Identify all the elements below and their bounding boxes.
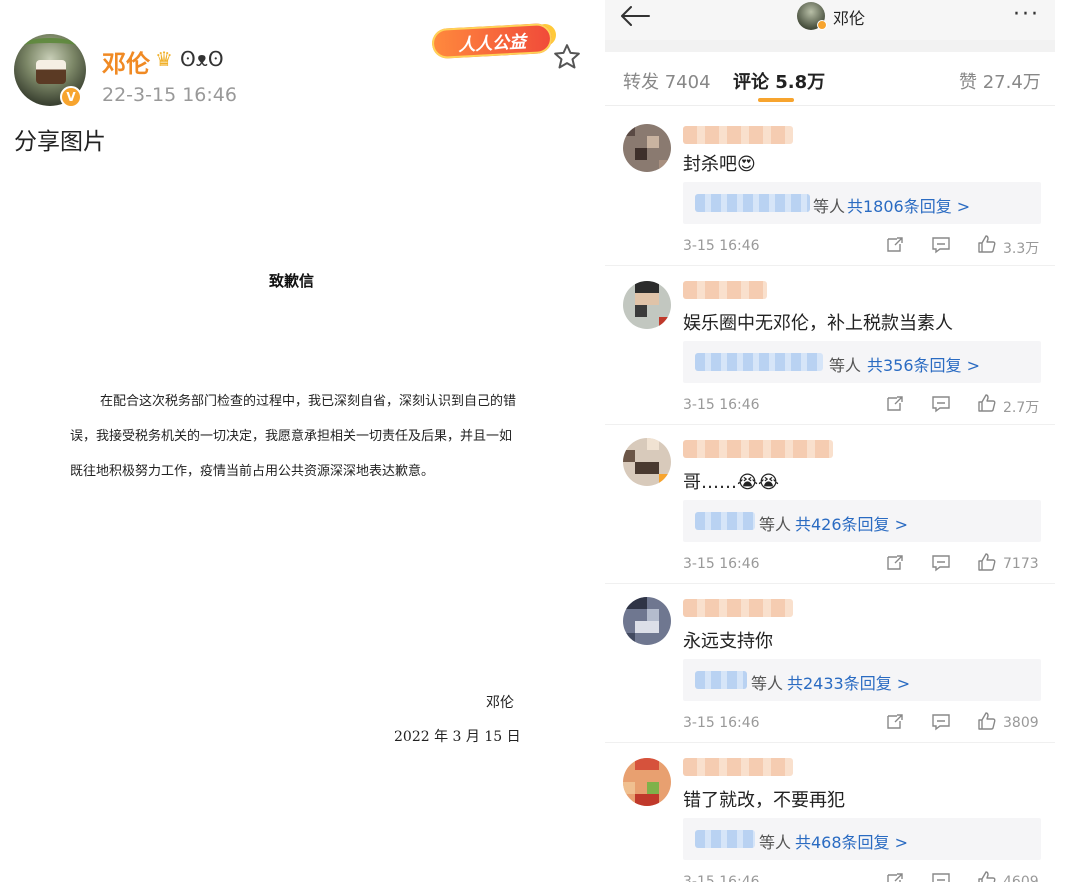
comment-icon[interactable]	[931, 235, 951, 255]
crown-icon: ♛	[155, 47, 173, 71]
letter-signature: 邓伦	[486, 695, 514, 711]
commenter-name-blurred[interactable]	[683, 599, 793, 617]
reply-count-link[interactable]: 共2433条回复 >	[787, 670, 910, 694]
reply-preview[interactable]: 等人 共356条回复 >	[683, 341, 1041, 383]
top-bar: 邓伦 ···	[605, 0, 1055, 40]
like-count: 4609	[1003, 874, 1039, 882]
like-count: 3.3万	[1003, 241, 1040, 257]
reply-preview[interactable]: 等人 共2433条回复 >	[683, 659, 1041, 701]
post-text: 分享图片	[14, 129, 106, 155]
comment-item: 错了就改，不要再犯 等人 共468条回复 > 3-15 16:46 4609	[605, 744, 1055, 882]
comment-icon[interactable]	[931, 712, 951, 732]
favorite-star-icon[interactable]	[552, 42, 582, 72]
reply-suffix: 等人	[829, 356, 862, 375]
like-icon[interactable]	[977, 552, 997, 572]
reply-count-link[interactable]: 共1806条回复 >	[847, 193, 970, 217]
commenter-avatar[interactable]	[623, 597, 671, 645]
commenter-name-blurred[interactable]	[683, 281, 767, 299]
like-count: 3809	[1003, 715, 1039, 731]
reply-names-blurred	[695, 512, 755, 530]
divider	[605, 40, 1055, 52]
like-icon[interactable]	[977, 870, 997, 882]
comment-item: 永远支持你 等人 共2433条回复 > 3-15 16:46 3809	[605, 585, 1055, 743]
comment-text: 永远支持你	[683, 631, 773, 652]
letter-body: 在配合这次税务部门检查的过程中，我已深刻自省，深刻认识到自己的错误，我接受税务机…	[70, 394, 517, 479]
letter-title: 致歉信	[269, 272, 315, 290]
like-icon[interactable]	[977, 393, 997, 413]
comment-time: 3-15 16:46	[683, 556, 760, 572]
panda-icon: ʘᴥʘ	[180, 47, 224, 71]
comment-icon[interactable]	[931, 394, 951, 414]
repost-icon[interactable]	[885, 553, 905, 573]
avatar-cake	[36, 60, 66, 84]
reply-suffix: 等人	[759, 515, 792, 534]
reply-preview[interactable]: 等人 共1806条回复 >	[683, 182, 1041, 224]
like-count: 7173	[1003, 556, 1039, 572]
reply-count-link[interactable]: 共468条回复 >	[795, 829, 908, 853]
reply-suffix: 等人	[813, 197, 846, 216]
reply-names-blurred	[695, 353, 823, 371]
comment-icon[interactable]	[931, 553, 951, 573]
active-tab-indicator	[758, 98, 794, 102]
tab-repost[interactable]: 转发 7404	[623, 68, 711, 94]
reply-suffix: 等人	[759, 833, 792, 852]
reply-names-blurred	[695, 671, 747, 689]
commenter-name-blurred[interactable]	[683, 758, 793, 776]
letter-date: 2022 年 3 月 15 日	[394, 729, 521, 745]
header-verified-icon	[817, 20, 827, 30]
tab-like[interactable]: 赞 27.4万	[959, 68, 1041, 94]
header-name[interactable]: 邓伦	[833, 5, 865, 29]
comment-time: 3-15 16:46	[683, 397, 760, 413]
poster-username[interactable]: 邓伦	[102, 44, 150, 79]
repost-icon[interactable]	[885, 712, 905, 732]
charity-badge[interactable]: 人人公益	[431, 22, 553, 60]
comment-item: 封杀吧😍 等人 共1806条回复 > 3-15 16:46 3.3万	[605, 108, 1055, 266]
reply-preview[interactable]: 等人 共468条回复 >	[683, 818, 1041, 860]
comment-text: 哥……😭😭	[683, 472, 780, 493]
commenter-avatar[interactable]	[623, 124, 671, 172]
more-options-icon[interactable]: ···	[1013, 2, 1040, 27]
repost-icon[interactable]	[885, 235, 905, 255]
comment-item: 哥……😭😭 等人 共426条回复 > 3-15 16:46 7173	[605, 426, 1055, 584]
tab-bar: 转发 7404 评论 5.8万 赞 27.4万	[605, 52, 1055, 106]
comment-time: 3-15 16:46	[683, 874, 760, 882]
reply-count-link[interactable]: 共426条回复 >	[795, 511, 908, 535]
comment-item: 娱乐圈中无邓伦，补上税款当素人 等人 共356条回复 > 3-15 16:46 …	[605, 267, 1055, 425]
reply-names-blurred	[695, 830, 755, 848]
weibo-post-panel: V 邓伦 ♛ ʘᴥʘ 22-3-15 16:46 人人公益 分享图片 致歉信 在…	[0, 0, 600, 882]
reply-suffix: 等人	[751, 674, 784, 693]
avatar-wreath	[20, 38, 80, 56]
verified-badge-icon: V	[60, 86, 82, 108]
post-timestamp: 22-3-15 16:46	[102, 84, 237, 106]
comment-time: 3-15 16:46	[683, 715, 760, 731]
comment-text: 封杀吧😍	[683, 154, 756, 175]
reply-preview[interactable]: 等人 共426条回复 >	[683, 500, 1041, 542]
comment-time: 3-15 16:46	[683, 238, 760, 254]
commenter-name-blurred[interactable]	[683, 440, 833, 458]
tab-comment[interactable]: 评论 5.8万	[733, 68, 825, 94]
like-count: 2.7万	[1003, 400, 1040, 416]
commenter-avatar[interactable]	[623, 281, 671, 329]
repost-icon[interactable]	[885, 394, 905, 414]
comment-text: 错了就改，不要再犯	[683, 790, 845, 811]
commenter-avatar[interactable]	[623, 758, 671, 806]
reply-names-blurred	[695, 194, 810, 212]
comment-icon[interactable]	[931, 871, 951, 882]
commenter-avatar[interactable]	[623, 438, 671, 486]
like-icon[interactable]	[977, 234, 997, 254]
comments-panel: 邓伦 ··· 转发 7404 评论 5.8万 赞 27.4万 封杀吧😍 等人 共…	[605, 0, 1055, 882]
back-arrow-icon[interactable]	[619, 4, 651, 28]
repost-icon[interactable]	[885, 871, 905, 882]
commenter-name-blurred[interactable]	[683, 126, 793, 144]
like-icon[interactable]	[977, 711, 997, 731]
reply-count-link[interactable]: 共356条回复 >	[867, 352, 980, 376]
comment-text: 娱乐圈中无邓伦，补上税款当素人	[683, 313, 953, 334]
